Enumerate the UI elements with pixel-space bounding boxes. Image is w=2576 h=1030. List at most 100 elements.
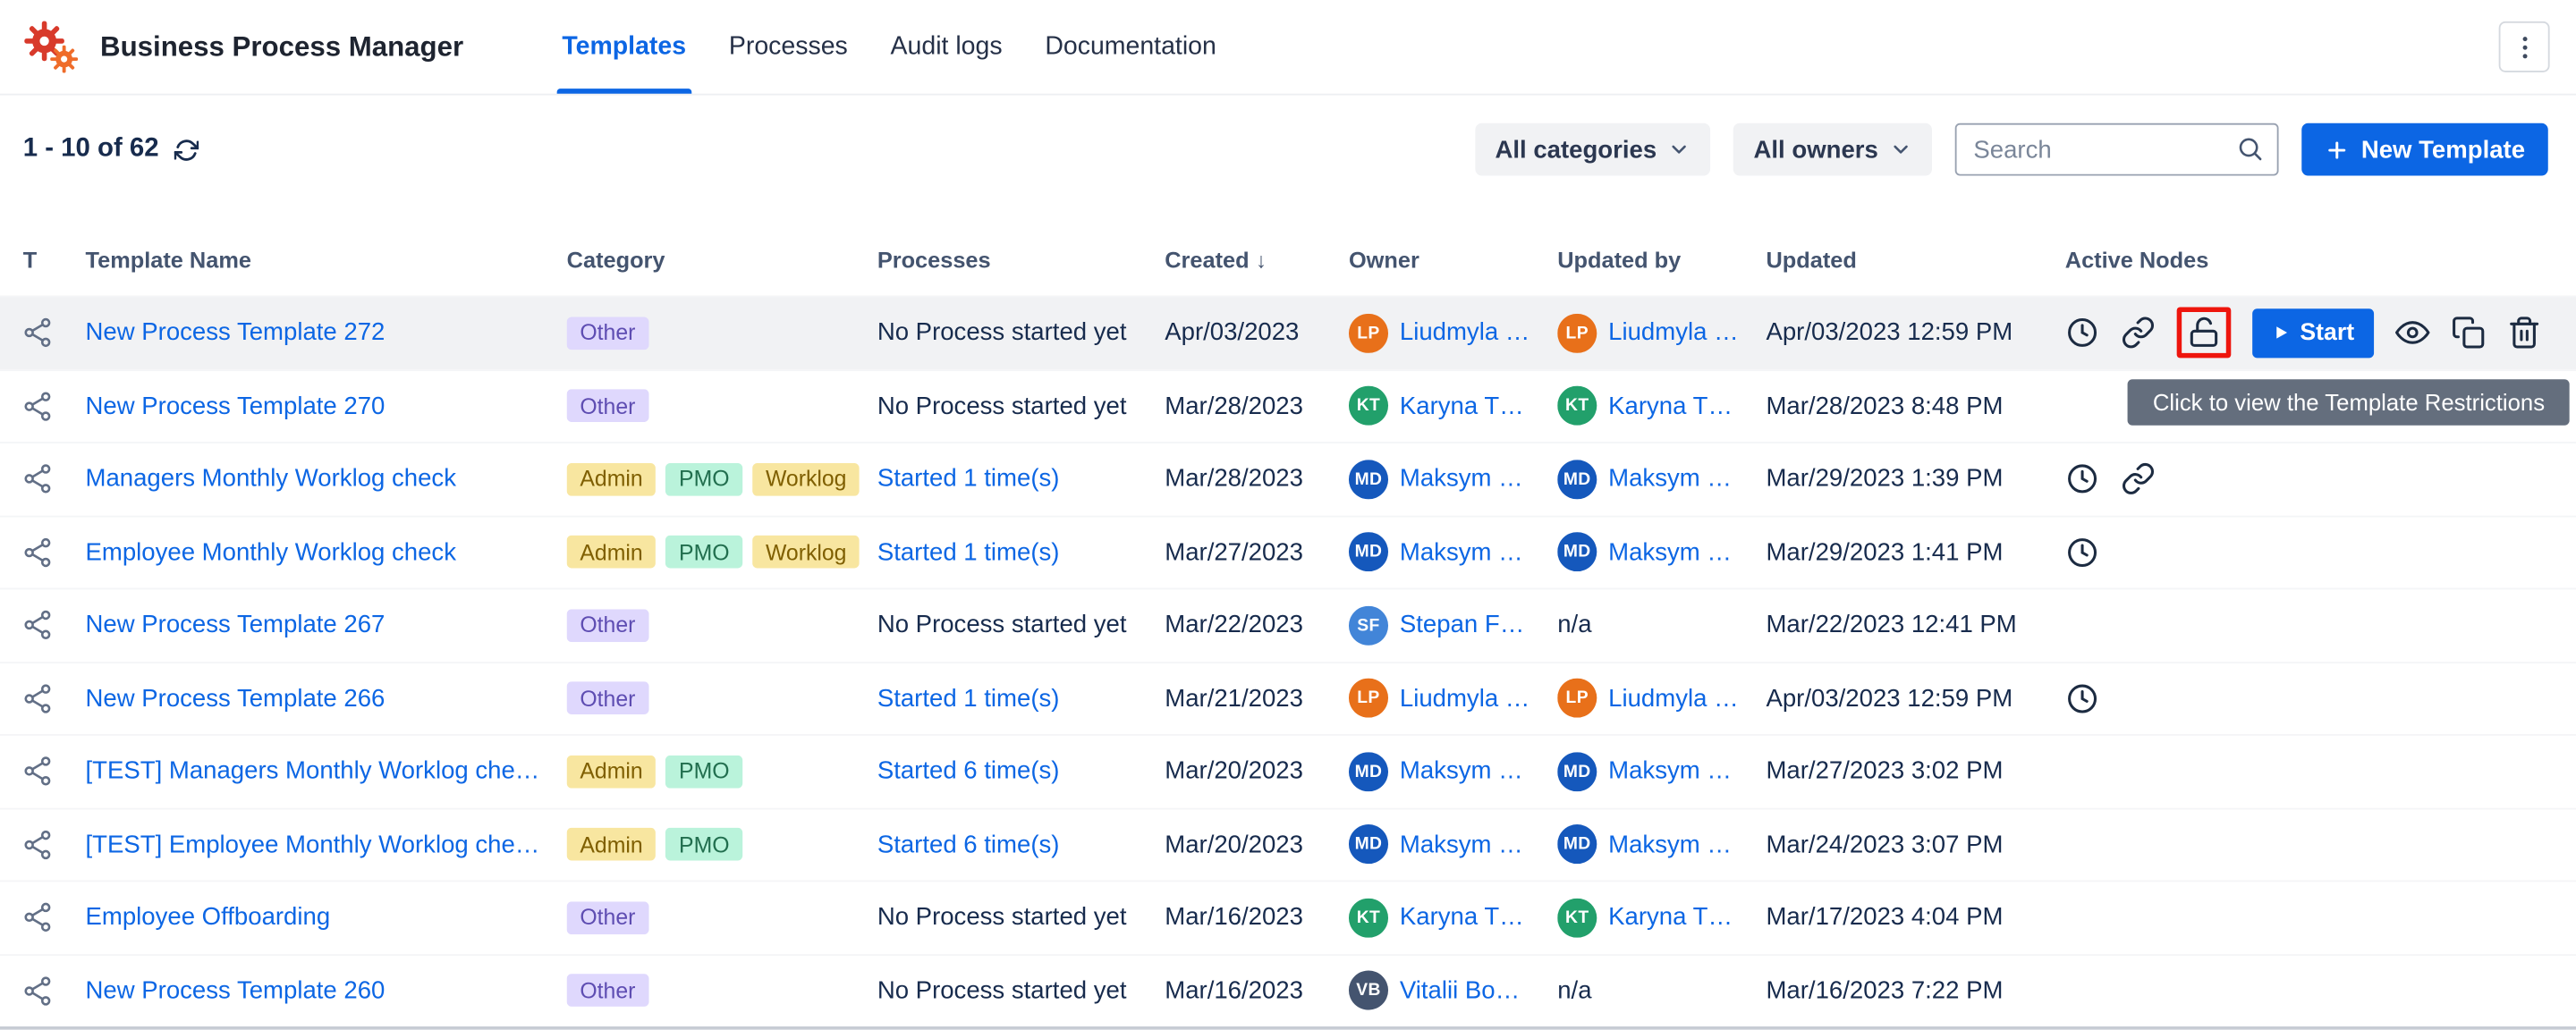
eye-icon <box>2395 316 2430 350</box>
created-label: Created <box>1165 247 1249 272</box>
owner-link[interactable]: Karyna T… <box>1400 393 1524 420</box>
category-tag: Admin <box>567 755 657 788</box>
updated-by-link[interactable]: Maksym … <box>1608 757 1732 785</box>
category-tag: Worklog <box>752 462 860 495</box>
created-date: Apr/03/2023 <box>1165 319 1349 347</box>
updated-by-link[interactable]: Karyna T… <box>1608 904 1733 932</box>
processes-link[interactable]: Started 6 time(s) <box>877 831 1060 858</box>
updated-by-link[interactable]: Maksym … <box>1608 831 1732 858</box>
template-name-link[interactable]: New Process Template 270 <box>86 393 386 420</box>
owner-link[interactable]: Karyna T… <box>1400 904 1524 932</box>
template-name-link[interactable]: [TEST] Employee Monthly Worklog che… <box>86 831 540 858</box>
created-date: Mar/28/2023 <box>1165 465 1349 493</box>
process-template-icon <box>23 683 55 714</box>
template-name-link[interactable]: [TEST] Managers Monthly Worklog che… <box>86 757 540 785</box>
copy-template-button[interactable] <box>2451 316 2486 350</box>
more-menu-button[interactable] <box>2499 21 2550 72</box>
col-header-owner[interactable]: Owner <box>1349 247 1557 272</box>
updated-by-link[interactable]: Maksym … <box>1608 465 1732 493</box>
owner-link[interactable]: Liudmyla … <box>1400 684 1530 712</box>
clock-node-icon[interactable] <box>2065 462 2100 497</box>
clock-node-icon[interactable] <box>2065 681 2100 716</box>
clock-node-icon[interactable] <box>2065 316 2100 350</box>
template-name-link[interactable]: New Process Template 272 <box>86 319 386 347</box>
updated-by-link[interactable]: Maksym … <box>1608 538 1732 566</box>
nav-tab-processes[interactable]: Processes <box>708 0 869 94</box>
owner-link[interactable]: Liudmyla … <box>1400 319 1530 347</box>
table-row: [TEST] Employee Monthly Worklog che… Adm… <box>0 807 2576 881</box>
start-process-button[interactable]: Start <box>2252 308 2374 358</box>
table-row: Employee Offboarding Other No Process st… <box>0 880 2576 953</box>
processes-link[interactable]: Started 1 time(s) <box>877 538 1060 566</box>
template-name-link[interactable]: New Process Template 260 <box>86 976 386 1004</box>
col-header-updated[interactable]: Updated <box>1766 247 2064 272</box>
owner-filter-dropdown[interactable]: All owners <box>1733 123 1932 176</box>
link-node-icon[interactable] <box>2121 316 2156 350</box>
updated-date: Mar/22/2023 12:41 PM <box>1766 612 2064 639</box>
created-date: Mar/16/2023 <box>1165 976 1349 1004</box>
nav-tab-audit-logs[interactable]: Audit logs <box>869 0 1024 94</box>
table-row: [TEST] Managers Monthly Worklog che… Adm… <box>0 734 2576 807</box>
view-template-button[interactable] <box>2395 316 2430 350</box>
search-input[interactable] <box>1955 123 2279 176</box>
processes-link[interactable]: Started 6 time(s) <box>877 757 1060 785</box>
avatar: VB <box>1349 971 1388 1010</box>
updated-by-link[interactable]: Karyna T… <box>1608 393 1733 420</box>
avatar: MD <box>1349 752 1388 791</box>
owner-link[interactable]: Maksym … <box>1400 757 1523 785</box>
new-template-button[interactable]: New Template <box>2302 123 2548 176</box>
avatar: MD <box>1557 533 1597 572</box>
search-icon[interactable] <box>2236 135 2264 163</box>
app-logo-gears-icon <box>23 17 82 76</box>
tooltip: Click to view the Template Restrictions <box>2128 379 2569 425</box>
category-tag: Other <box>567 609 648 642</box>
col-header-category[interactable]: Category <box>567 247 877 272</box>
col-header-processes[interactable]: Processes <box>877 247 1165 272</box>
updated-by-link[interactable]: Liudmyla … <box>1608 319 1738 347</box>
created-date: Mar/20/2023 <box>1165 757 1349 785</box>
template-name-link[interactable]: Managers Monthly Worklog check <box>86 465 456 493</box>
category-tag: Other <box>567 975 648 1008</box>
link-node-icon[interactable] <box>2121 462 2156 497</box>
processes-link[interactable]: Started 1 time(s) <box>877 465 1060 493</box>
delete-template-button[interactable] <box>2507 316 2542 350</box>
category-tag: PMO <box>665 828 742 861</box>
owner-link[interactable]: Maksym … <box>1400 538 1523 566</box>
clock-node-icon[interactable] <box>2065 535 2100 570</box>
updated-by-link[interactable]: Liudmyla … <box>1608 684 1738 712</box>
owner-link[interactable]: Vitalii Bo… <box>1400 976 1520 1004</box>
updated-date: Apr/03/2023 12:59 PM <box>1766 319 2064 347</box>
col-header-created[interactable]: Created ↓ <box>1165 247 1349 272</box>
refresh-icon[interactable] <box>174 137 199 162</box>
category-tag: PMO <box>665 755 742 788</box>
nav-tab-templates[interactable]: Templates <box>540 0 707 94</box>
template-name-link[interactable]: New Process Template 266 <box>86 684 386 712</box>
chevron-down-icon <box>1668 138 1691 161</box>
col-header-template-name[interactable]: Template Name <box>86 247 567 272</box>
updated-date: Apr/03/2023 12:59 PM <box>1766 684 2064 712</box>
search-box <box>1955 123 2279 176</box>
chevron-down-icon <box>1890 138 1913 161</box>
primary-nav: Templates Processes Audit logs Documenta… <box>540 0 1237 94</box>
nav-tab-documentation[interactable]: Documentation <box>1023 0 1237 94</box>
template-restrictions-lock-button[interactable] <box>2187 316 2222 350</box>
template-name-link[interactable]: New Process Template 267 <box>86 612 386 639</box>
processes-status: No Process started yet <box>877 393 1165 420</box>
process-template-icon <box>23 902 55 933</box>
table-header-row: T Template Name Category Processes Creat… <box>0 224 2576 296</box>
owner-link[interactable]: Stepan F… <box>1400 612 1524 639</box>
processes-status: No Process started yet <box>877 319 1165 347</box>
template-name-link[interactable]: Employee Monthly Worklog check <box>86 538 456 566</box>
process-template-icon <box>23 536 55 568</box>
category-tag: Admin <box>567 536 657 569</box>
updated-date: Mar/24/2023 3:07 PM <box>1766 831 2064 858</box>
template-name-link[interactable]: Employee Offboarding <box>86 904 331 932</box>
owner-link[interactable]: Maksym … <box>1400 831 1523 858</box>
processes-link[interactable]: Started 1 time(s) <box>877 684 1060 712</box>
owner-link[interactable]: Maksym … <box>1400 465 1523 493</box>
col-header-updated-by[interactable]: Updated by <box>1557 247 1766 272</box>
category-tag: Worklog <box>752 536 860 569</box>
category-filter-dropdown[interactable]: All categories <box>1475 123 1710 176</box>
created-date: Mar/27/2023 <box>1165 538 1349 566</box>
created-date: Mar/20/2023 <box>1165 831 1349 858</box>
